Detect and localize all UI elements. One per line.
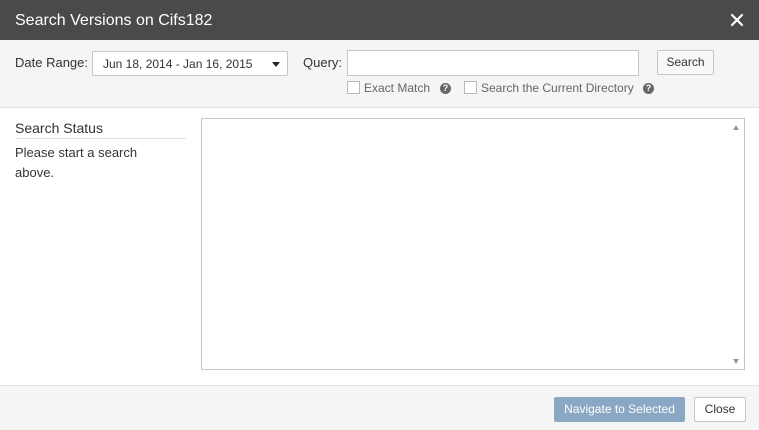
current-directory-checkbox[interactable] [464,81,477,94]
search-status-message: Please start a search above. [15,145,138,180]
date-range-label: Date Range: [15,55,88,70]
current-directory-label[interactable]: Search the Current Directory [481,81,634,95]
close-icon[interactable] [729,12,745,28]
dialog-title: Search Versions on Cifs182 [15,12,213,29]
dialog-titlebar: Search Versions on Cifs182 [0,0,759,40]
status-divider [15,138,186,139]
search-status-title: Search Status [15,120,103,136]
dialog-footer: Navigate to Selected Close [0,385,759,430]
search-button[interactable]: Search [657,50,714,75]
navigate-to-selected-button[interactable]: Navigate to Selected [554,397,685,422]
exact-match-label[interactable]: Exact Match [364,81,430,95]
help-icon[interactable]: ? [440,83,451,94]
results-scrollbar[interactable] [729,119,744,369]
scroll-down-icon[interactable] [733,359,739,364]
scroll-up-icon[interactable] [733,125,739,130]
chevron-down-icon [272,62,280,67]
date-range-select[interactable]: Jun 18, 2014 - Jan 16, 2015 [92,51,288,76]
exact-match-checkbox[interactable] [347,81,360,94]
close-button[interactable]: Close [694,397,746,422]
date-range-value: Jun 18, 2014 - Jan 16, 2015 [103,57,253,71]
results-pane[interactable] [201,118,745,370]
query-input[interactable] [347,50,639,76]
query-label: Query: [303,55,343,70]
search-toolbar: Date Range: Jun 18, 2014 - Jan 16, 2015 … [0,40,759,108]
help-icon[interactable]: ? [643,83,654,94]
